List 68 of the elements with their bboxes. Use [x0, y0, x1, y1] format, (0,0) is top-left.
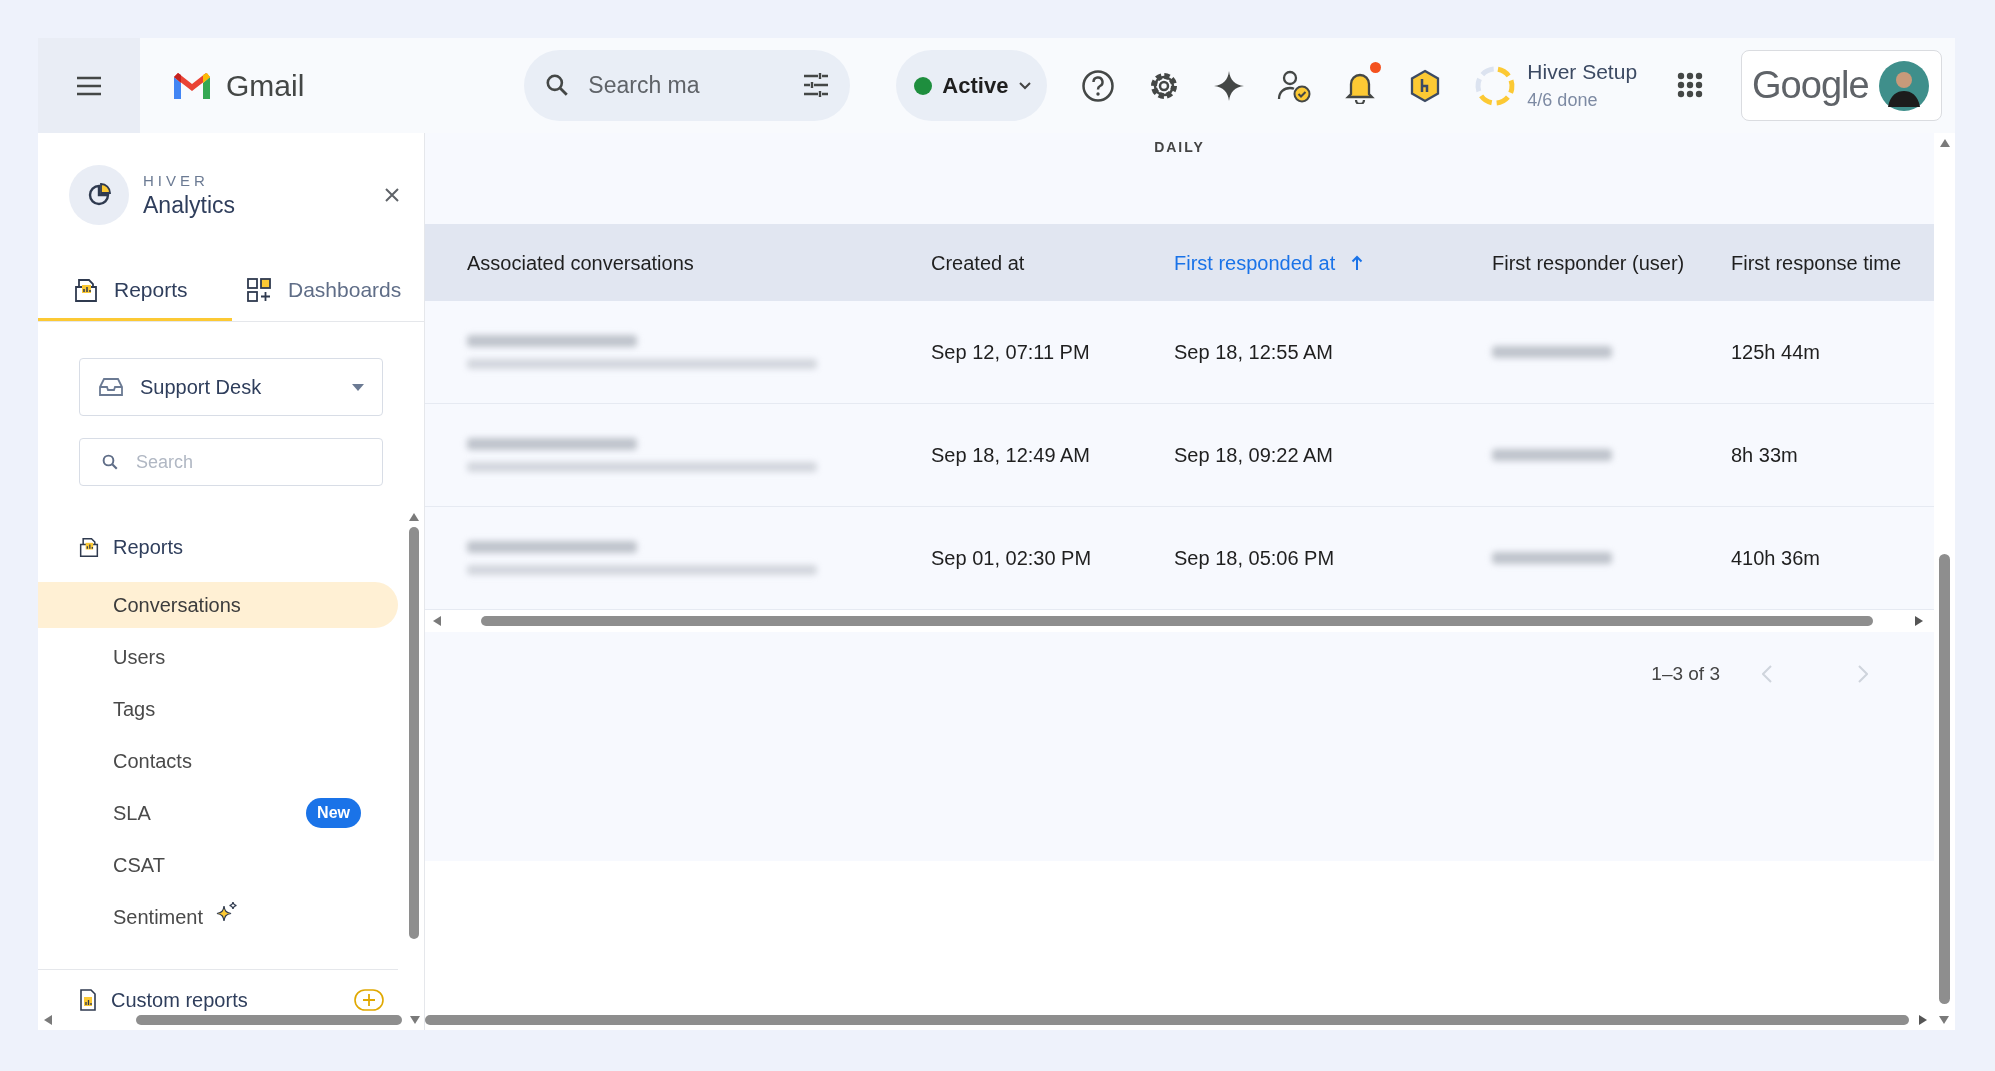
scroll-right-arrow-icon[interactable] [1919, 1015, 1927, 1025]
nav-item[interactable]: SLA New [38, 790, 398, 836]
search-icon [101, 453, 119, 471]
search-field[interactable]: Search ma [524, 50, 851, 121]
dashboard-grid-icon [246, 276, 272, 303]
period-label: DAILY [1154, 138, 1205, 157]
new-badge: New [306, 798, 361, 828]
table-cell-text: Sep 01, 02:30 PM [931, 546, 1093, 571]
nav-item[interactable]: Users [38, 634, 398, 680]
status-dropdown[interactable]: Active [896, 50, 1048, 121]
user-check-icon[interactable] [1277, 68, 1312, 103]
report-icon [74, 276, 98, 303]
column-header[interactable]: Associated conversations [425, 247, 931, 278]
account-button[interactable]: Google [1741, 50, 1943, 121]
app-name: Gmail [226, 68, 305, 104]
chevron-left-icon [1762, 665, 1772, 683]
chevron-right-icon [1858, 665, 1868, 683]
report-icon [79, 989, 97, 1011]
gmail-logo-icon [172, 70, 212, 101]
close-icon[interactable] [384, 187, 400, 203]
nav-item[interactable]: Contacts [38, 738, 398, 784]
column-header[interactable]: First responder (user) [1492, 247, 1731, 278]
scroll-down-arrow-icon[interactable] [1939, 1016, 1949, 1024]
avatar-icon [1878, 60, 1929, 111]
column-header[interactable]: First response time [1731, 247, 1934, 278]
setup-title[interactable]: Hiver Setup [1527, 59, 1638, 86]
caret-down-icon [352, 383, 364, 391]
column-header[interactable]: First responded at [1174, 247, 1492, 278]
scroll-left-arrow-icon[interactable] [433, 616, 441, 626]
panel-title: Analytics [143, 194, 236, 217]
report-icon [79, 536, 99, 558]
column-header[interactable]: Created at [931, 247, 1174, 278]
inbox-tray-icon [98, 377, 124, 397]
table-cell-text: Sep 18, 12:49 AM [931, 443, 1091, 468]
nav-item[interactable]: CSAT [38, 842, 398, 888]
table-cell-text: 8h 33m [1731, 443, 1799, 468]
search-field[interactable]: Search [79, 438, 383, 486]
section-heading: Custom reports [111, 988, 248, 1013]
scroll-down-arrow-icon[interactable] [410, 1016, 420, 1024]
table-cell-text: 410h 36m [1731, 546, 1821, 571]
table-cell-text: Sep 18, 05:06 PM [1174, 546, 1336, 571]
table-cell-text: Sep 12, 07:11 PM [931, 340, 1091, 365]
menu-icon[interactable] [76, 75, 102, 96]
pagination-label: 1–3 of 3 [1651, 661, 1720, 686]
status-dot-icon [914, 76, 933, 95]
section-heading: Reports [113, 535, 184, 560]
tab[interactable]: Dashboards [232, 261, 402, 321]
help-icon[interactable] [1081, 68, 1116, 103]
table-cell-text: Sep 18, 12:55 AM [1174, 340, 1334, 365]
hiver-analytics-logo-icon [69, 165, 129, 225]
scroll-up-arrow-icon[interactable] [409, 513, 419, 521]
filter-icon[interactable] [802, 72, 831, 98]
horizontal-scrollbar[interactable] [425, 610, 1934, 632]
table-cell-text: 125h 44m [1731, 340, 1821, 365]
chevron-down-icon [1018, 80, 1033, 91]
brand-label: HIVER [143, 173, 210, 188]
table-cell-text: Sep 18, 09:22 AM [1174, 443, 1334, 468]
tab[interactable]: Reports [38, 261, 232, 321]
hexagon-badge-icon[interactable] [1409, 68, 1442, 103]
nav-item[interactable]: Tags [38, 686, 398, 732]
scroll-right-arrow-icon[interactable] [1915, 616, 1923, 626]
nav-item[interactable]: Conversations [38, 582, 398, 628]
scroll-up-arrow-icon[interactable] [1939, 139, 1950, 147]
sort-arrow-icon [1351, 254, 1364, 271]
inbox-dropdown[interactable]: Support Desk [79, 358, 383, 416]
account-label: Google [1752, 63, 1869, 108]
scroll-left-arrow-icon[interactable] [44, 1015, 52, 1025]
nav-item[interactable]: Sentiment [38, 894, 398, 940]
